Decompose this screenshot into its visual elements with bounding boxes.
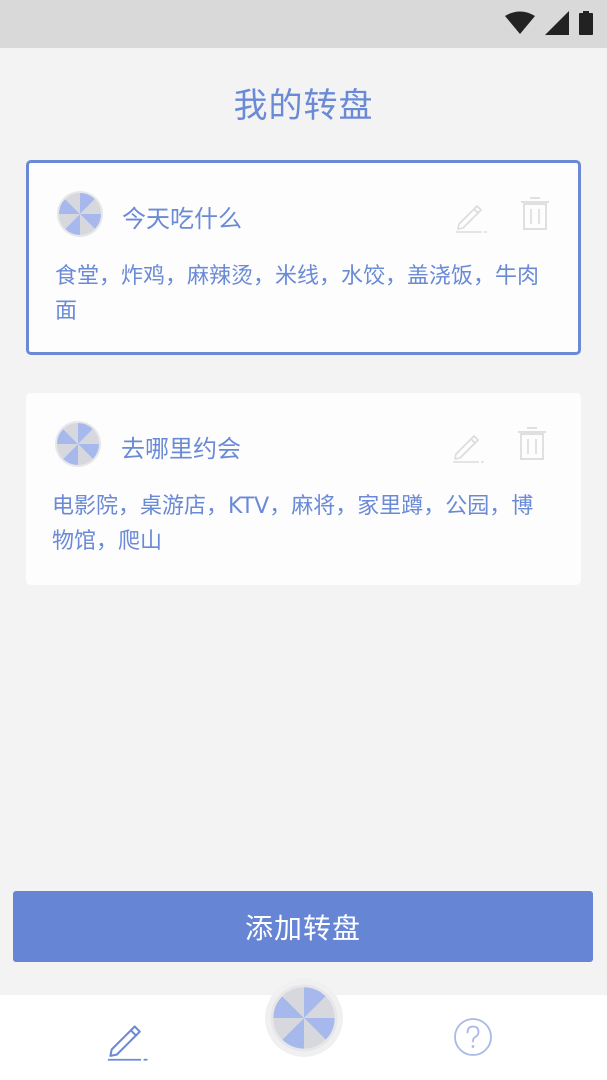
wheel-card-items: 食堂，炸鸡，麻辣烫，米线，水饺，盖浇饭，牛肉面	[55, 264, 540, 324]
pencil-icon[interactable]	[104, 1015, 150, 1061]
battery-icon	[579, 11, 593, 35]
wheel-card-title: 今天吃什么	[122, 205, 242, 233]
status-bar	[0, 0, 607, 48]
bottom-nav	[0, 979, 607, 1080]
wheel-card[interactable]: 今天吃什么 食堂，炸鸡，麻辣烫，米线，水饺，盖浇饭，牛肉面	[26, 160, 581, 355]
pencil-icon[interactable]	[453, 197, 489, 233]
wheel-icon[interactable]	[265, 979, 343, 1057]
trash-icon[interactable]	[514, 425, 550, 461]
wheel-card-items: 电影院，桌游店，KTV，麻将，家里蹲，公园，博物馆，爬山	[52, 494, 534, 554]
wheel-icon	[56, 190, 104, 238]
wifi-icon	[505, 11, 535, 35]
add-wheel-button[interactable]: 添加转盘	[13, 891, 593, 962]
wheel-icon	[54, 420, 102, 468]
wheel-card[interactable]: 去哪里约会 电影院，桌游店，KTV，麻将，家里蹲，公园，博物馆，爬山	[26, 393, 581, 585]
signal-icon	[545, 11, 569, 35]
help-icon[interactable]	[453, 1017, 493, 1057]
trash-icon[interactable]	[517, 195, 553, 231]
page-title: 我的转盘	[233, 86, 374, 126]
wheel-card-title: 去哪里约会	[121, 435, 241, 463]
pencil-icon[interactable]	[450, 427, 486, 463]
